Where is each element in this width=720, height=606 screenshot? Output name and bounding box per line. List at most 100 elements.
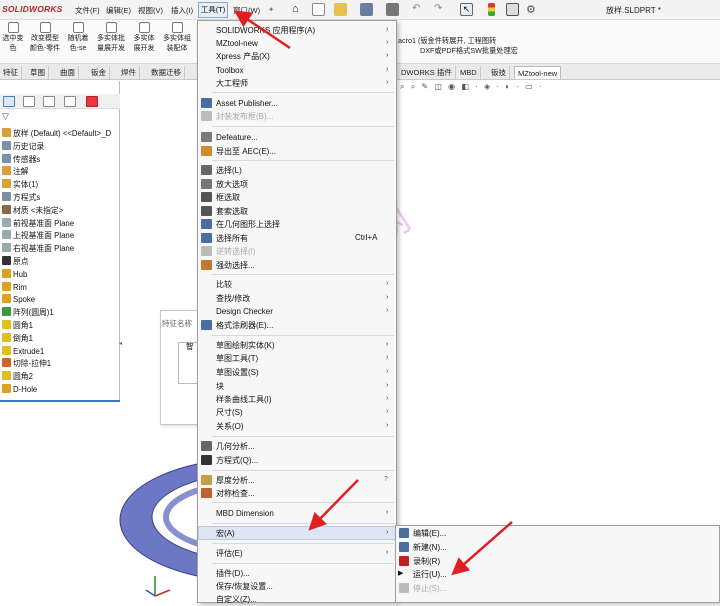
tools-menu-item[interactable]: MZtool-new xyxy=(216,37,258,50)
tools-menu-item[interactable]: 插件(D)... xyxy=(216,567,250,580)
tree-item[interactable]: Spoke xyxy=(2,294,35,306)
tree-item[interactable]: 方程式s xyxy=(2,192,40,204)
ribbon-macro-description[interactable]: acro1 (钣金件转展开, 工程图转 DXF或PDF格式SW批量处理宏 xyxy=(398,36,518,56)
tree-item[interactable]: 右视基准面 Plane xyxy=(2,243,74,255)
tools-menu-item[interactable]: Xpress 产品(X) xyxy=(216,50,270,63)
tools-menu-item[interactable]: 查找/修改 xyxy=(216,292,250,305)
menu-edit[interactable]: 编辑(E) xyxy=(106,5,131,16)
macro-submenu-item[interactable]: 新建(N)... xyxy=(413,541,447,554)
save-icon[interactable] xyxy=(360,3,373,16)
file-properties-icon[interactable] xyxy=(506,3,519,16)
tree-item[interactable]: 历史记录 xyxy=(2,140,44,153)
tree-item[interactable]: 放样 (Default) <<Default>_D xyxy=(2,128,111,140)
options-gear-icon[interactable]: ⚙ xyxy=(526,3,539,16)
tools-menu-item[interactable]: Asset Publisher... xyxy=(216,97,278,110)
tab-sheet-metal[interactable]: 钣金 xyxy=(88,66,110,79)
tree-item[interactable]: Extrude1 xyxy=(2,345,44,358)
tools-menu-item[interactable]: 样条曲线工具(I) xyxy=(216,393,272,406)
pin-icon[interactable]: ✦ xyxy=(268,5,274,14)
tree-item[interactable]: 材质 <未指定> xyxy=(2,204,63,217)
tools-menu-item[interactable]: 保存/恢复设置... xyxy=(216,580,273,593)
ribbon-button-color-selected[interactable]: 选中变色 xyxy=(0,22,26,54)
tools-menu-item[interactable]: SOLIDWORKS 应用程序(A) xyxy=(216,24,315,37)
tab-banji[interactable]: 钣技 xyxy=(488,66,510,79)
tools-menu-item[interactable]: 评估(E) xyxy=(216,547,243,560)
tools-menu-item[interactable]: 宏(A) xyxy=(216,527,235,540)
tree-item[interactable]: Hub xyxy=(2,268,27,281)
ribbon-button-multibody-assembly[interactable]: 多实体组 装配体 xyxy=(160,22,194,54)
home-icon[interactable]: ⌂ xyxy=(292,3,305,16)
tools-menu-item[interactable]: 放大选项 xyxy=(216,178,248,191)
heads-up-view-toolbar[interactable]: ⌕ ⌕ ✎ ◫ ◉ ◧ · ◈ · ◐ · ▭ · xyxy=(400,82,600,94)
tools-menu-item[interactable]: 厚度分析... xyxy=(216,474,255,487)
tree-item[interactable]: 原点 xyxy=(2,256,29,268)
macro-submenu-item[interactable]: 录制(R) xyxy=(413,555,440,568)
tab-features[interactable]: 特征 xyxy=(0,66,22,79)
ribbon-button-change-model-color[interactable]: 改变模型 颜色-零件 xyxy=(28,22,62,54)
tools-menu-item[interactable]: Toolbox xyxy=(216,64,244,77)
tab-surfaces[interactable]: 曲面 xyxy=(57,66,79,79)
tools-menu-item[interactable]: 选择所有 xyxy=(216,232,248,245)
tools-menu-item[interactable]: 格式涂刷器(E)... xyxy=(216,319,273,332)
tools-menu-item[interactable]: MBD Dimension xyxy=(216,507,274,520)
feature-manager-tab-icon[interactable] xyxy=(3,96,15,107)
tree-item[interactable]: 上视基准面 Plane xyxy=(2,230,74,242)
tools-menu-item[interactable]: 自定义(Z)... xyxy=(216,593,257,606)
tools-menu-item[interactable]: 封装发布框(B)... xyxy=(216,110,273,123)
ribbon-button-random-color[interactable]: 随机着 色-se xyxy=(64,22,92,54)
tools-menu-item[interactable]: 草图设置(S) xyxy=(216,366,259,379)
tools-menu-item[interactable]: 导出至 AEC(E)... xyxy=(216,145,276,158)
menu-file[interactable]: 文件(F) xyxy=(75,5,100,16)
redo-icon[interactable]: ↷ xyxy=(434,3,447,16)
ribbon-button-multibody-batch-flatten[interactable]: 多实体批 量展开发 xyxy=(94,22,128,54)
tools-menu-item[interactable]: Defeature... xyxy=(216,131,258,144)
tab-weldments[interactable]: 焊件 xyxy=(118,66,140,79)
display-manager-tab-icon[interactable] xyxy=(86,96,98,107)
tree-item[interactable]: 倒角1 xyxy=(2,332,33,345)
menu-tools[interactable]: 工具(T) xyxy=(198,2,228,18)
tools-menu-item[interactable]: 关系(O) xyxy=(216,420,244,433)
tools-menu-item[interactable]: 块 xyxy=(216,380,224,393)
macro-submenu-item[interactable]: 编辑(E)... xyxy=(413,527,446,540)
tools-menu-item[interactable]: 几何分析... xyxy=(216,440,255,453)
macro-submenu-item[interactable]: 停止(S)... xyxy=(413,582,446,595)
tree-item[interactable]: 圆角1 xyxy=(2,320,33,332)
open-icon[interactable] xyxy=(334,3,347,16)
tab-mztool-new[interactable]: MZtool-new xyxy=(514,66,562,79)
menu-view[interactable]: 视图(V) xyxy=(138,5,163,16)
tools-menu-item[interactable]: 强劲选择... xyxy=(216,259,255,272)
tools-menu-item[interactable]: Design Checker xyxy=(216,305,273,318)
tools-menu-item[interactable]: 比较 xyxy=(216,278,232,291)
macro-submenu-item[interactable]: 运行(U)... xyxy=(413,568,447,581)
tree-item[interactable]: D-Hole xyxy=(2,384,37,396)
tab-solidworks-addins[interactable]: DWORKS 插件 xyxy=(398,66,456,79)
tools-menu-item[interactable]: 草图绘制实体(K) xyxy=(216,339,275,352)
tools-menu-item[interactable]: 框选取 xyxy=(216,191,240,204)
tools-menu-item[interactable]: 选择(L) xyxy=(216,164,242,177)
tree-item[interactable]: 实体(1) xyxy=(2,179,38,191)
dimxpert-tab-icon[interactable] xyxy=(64,96,76,107)
menu-window[interactable]: 窗口(W) xyxy=(233,5,260,16)
tools-menu-item[interactable]: 对称检查... xyxy=(216,487,255,500)
new-icon[interactable] xyxy=(312,3,325,16)
tree-item[interactable]: 阵列(圆周)1 xyxy=(2,307,54,319)
tools-menu-item[interactable]: 方程式(Q)... xyxy=(216,454,258,467)
tree-item[interactable]: 切除-拉伸1 xyxy=(2,358,51,370)
print-icon[interactable] xyxy=(386,3,399,16)
tree-item[interactable]: 前视基准面 Plane xyxy=(2,217,74,230)
tools-menu-item[interactable]: 大工程师 xyxy=(216,77,248,90)
tools-menu-item[interactable]: 套索选取 xyxy=(216,205,248,218)
tree-item[interactable]: 注解 xyxy=(2,166,29,178)
filter-icon[interactable]: ▽ xyxy=(2,111,9,122)
tools-menu-item[interactable]: 在几何图形上选择 xyxy=(216,218,280,231)
tools-menu-item[interactable]: 逆转选择(I) xyxy=(216,245,256,258)
tab-sketch[interactable]: 草图 xyxy=(27,66,49,79)
rebuild-icon[interactable] xyxy=(488,3,495,16)
tools-menu-item[interactable]: 草图工具(T) xyxy=(216,352,258,365)
tools-menu-item[interactable]: 尺寸(S) xyxy=(216,406,243,419)
menu-insert[interactable]: 插入(I) xyxy=(171,5,193,16)
configuration-manager-tab-icon[interactable] xyxy=(43,96,55,107)
tab-data-migration[interactable]: 数据迁移 xyxy=(148,66,185,79)
select-cursor-icon[interactable]: ↖ xyxy=(460,3,473,16)
property-manager-tab-icon[interactable] xyxy=(23,96,35,107)
